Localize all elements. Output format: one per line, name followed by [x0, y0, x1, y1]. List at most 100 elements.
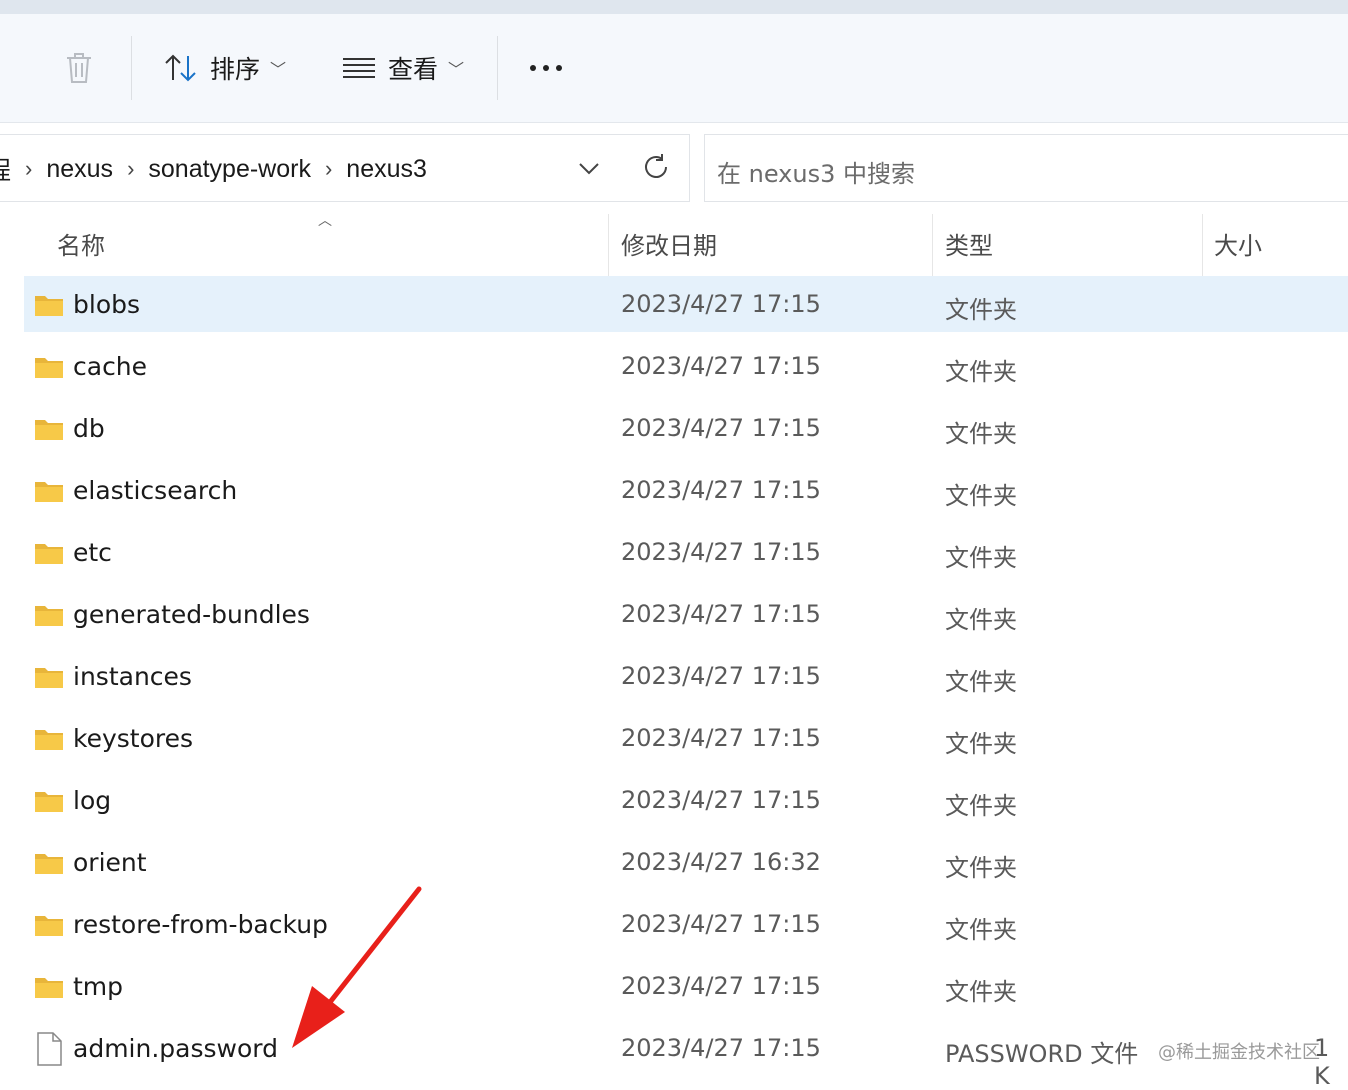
- file-type: 文件夹: [945, 792, 1017, 820]
- column-header-name[interactable]: 名称: [57, 226, 105, 261]
- folder-icon: [35, 916, 63, 936]
- search-input[interactable]: 在 nexus3 中搜索: [717, 154, 915, 189]
- refresh-icon[interactable]: [640, 151, 672, 183]
- file-name: blobs: [73, 290, 141, 319]
- folder-icon: [35, 544, 63, 564]
- file-date: 2023/4/27 16:32: [621, 848, 821, 876]
- breadcrumb-item-nexus[interactable]: nexus: [46, 155, 113, 184]
- folder-row[interactable]: generated-bundles 2023/4/27 17:15 文件夹: [24, 586, 1348, 648]
- file-name: elasticsearch: [73, 476, 238, 505]
- breadcrumb-item-sonatype-work[interactable]: sonatype-work: [148, 155, 311, 184]
- folder-icon: [35, 296, 63, 316]
- breadcrumb: 程 › nexus › sonatype-work › nexus3: [0, 135, 427, 203]
- folder-row[interactable]: orient 2023/4/27 16:32 文件夹: [24, 834, 1348, 896]
- list-view-icon: [343, 58, 375, 78]
- file-date: 2023/4/27 17:15: [621, 476, 821, 504]
- trash-icon: [67, 53, 91, 83]
- folder-row[interactable]: instances 2023/4/27 17:15 文件夹: [24, 648, 1348, 710]
- watermark: @稀土掘金技术社区: [1158, 1042, 1320, 1063]
- view-button[interactable]: 查看 ﹀: [342, 48, 464, 88]
- file-date: 2023/4/27 17:15: [621, 662, 821, 690]
- folder-row[interactable]: blobs 2023/4/27 17:15 文件夹: [24, 276, 1348, 332]
- sort-ascending-icon: ︿: [318, 212, 332, 228]
- history-dropdown-icon[interactable]: [576, 155, 602, 181]
- file-date: 2023/4/27 17:15: [621, 538, 821, 566]
- file-date: 2023/4/27 17:15: [621, 724, 821, 752]
- folder-icon: [35, 978, 63, 998]
- file-type: 文件夹: [945, 916, 1017, 944]
- file-type: 文件夹: [945, 730, 1017, 758]
- folder-icon: [35, 606, 63, 626]
- more-options-button[interactable]: [528, 48, 564, 88]
- file-type: 文件夹: [945, 544, 1017, 572]
- address-bar[interactable]: 程 › nexus › sonatype-work › nexus3: [0, 134, 690, 202]
- file-date: 2023/4/27 17:15: [621, 972, 821, 1000]
- file-type: 文件夹: [945, 420, 1017, 448]
- file-date: 2023/4/27 17:15: [621, 414, 821, 442]
- column-header-size[interactable]: 大小: [1214, 226, 1262, 261]
- file-row[interactable]: admin.password 2023/4/27 17:15 PASSWORD 文件…: [24, 1020, 1348, 1090]
- file-date: 2023/4/27 17:15: [621, 786, 821, 814]
- folder-icon: [35, 420, 63, 440]
- folder-row[interactable]: etc 2023/4/27 17:15 文件夹: [24, 524, 1348, 586]
- folder-row[interactable]: db 2023/4/27 17:15 文件夹: [24, 400, 1348, 462]
- breadcrumb-item-nexus3[interactable]: nexus3: [346, 155, 427, 184]
- folder-icon: [35, 792, 63, 812]
- folder-icon: [35, 482, 63, 502]
- file-type: 文件夹: [945, 854, 1017, 882]
- file-name: orient: [73, 848, 147, 877]
- chevron-down-icon: ﹀: [270, 62, 287, 79]
- folder-row[interactable]: elasticsearch 2023/4/27 17:15 文件夹: [24, 462, 1348, 524]
- file-type: PASSWORD 文件: [945, 1040, 1139, 1068]
- column-header-row: ︿ 名称 修改日期 类型 大小: [0, 212, 1348, 278]
- window-top-strip: [0, 0, 1348, 14]
- toolbar-divider: [131, 36, 132, 100]
- column-divider[interactable]: [932, 214, 933, 278]
- file-name: admin.password: [73, 1034, 278, 1063]
- file-type: 文件夹: [945, 296, 1017, 324]
- column-divider[interactable]: [608, 214, 609, 278]
- toolbar-divider: [497, 36, 498, 100]
- file-name: db: [73, 414, 105, 443]
- file-name: restore-from-backup: [73, 910, 328, 939]
- folder-row[interactable]: cache 2023/4/27 17:15 文件夹: [24, 338, 1348, 400]
- chevron-right-icon[interactable]: ›: [127, 156, 134, 182]
- folder-row[interactable]: log 2023/4/27 17:15 文件夹: [24, 772, 1348, 834]
- folder-icon: [35, 730, 63, 750]
- file-name: tmp: [73, 972, 124, 1001]
- file-name: instances: [73, 662, 192, 691]
- chevron-right-icon[interactable]: ›: [325, 156, 332, 182]
- chevron-down-icon: ﹀: [448, 62, 465, 79]
- folder-icon: [35, 358, 63, 378]
- file-type: 文件夹: [945, 668, 1017, 696]
- folder-row[interactable]: tmp 2023/4/27 17:15 文件夹: [24, 958, 1348, 1020]
- column-divider[interactable]: [1202, 214, 1203, 278]
- folder-row[interactable]: restore-from-backup 2023/4/27 17:15 文件夹: [24, 896, 1348, 958]
- command-bar: 排序 ﹀ 查看 ﹀: [0, 14, 1348, 123]
- sort-label: 排序: [210, 55, 261, 84]
- folder-row[interactable]: keystores 2023/4/27 17:15 文件夹: [24, 710, 1348, 772]
- folder-icon: [35, 854, 63, 874]
- sort-button[interactable]: 排序 ﹀: [164, 48, 286, 88]
- more-icon: [530, 65, 562, 71]
- file-icon: [37, 1032, 62, 1066]
- file-type: 文件夹: [945, 358, 1017, 386]
- file-name: cache: [73, 352, 148, 381]
- file-date: 2023/4/27 17:15: [621, 352, 821, 380]
- file-type: 文件夹: [945, 482, 1017, 510]
- column-header-type[interactable]: 类型: [945, 226, 993, 261]
- search-box[interactable]: 在 nexus3 中搜索: [704, 134, 1348, 202]
- file-name: generated-bundles: [73, 600, 310, 629]
- file-date: 2023/4/27 17:15: [621, 1034, 821, 1062]
- chevron-right-icon[interactable]: ›: [25, 156, 32, 182]
- breadcrumb-partial-item[interactable]: 程: [0, 151, 11, 187]
- file-name: keystores: [73, 724, 194, 753]
- file-type: 文件夹: [945, 978, 1017, 1006]
- file-date: 2023/4/27 17:15: [621, 600, 821, 628]
- folder-icon: [35, 668, 63, 688]
- sort-icon: [165, 54, 196, 82]
- delete-button[interactable]: [64, 48, 94, 88]
- file-name: etc: [73, 538, 112, 567]
- column-header-date[interactable]: 修改日期: [621, 226, 717, 261]
- file-date: 2023/4/27 17:15: [621, 290, 821, 318]
